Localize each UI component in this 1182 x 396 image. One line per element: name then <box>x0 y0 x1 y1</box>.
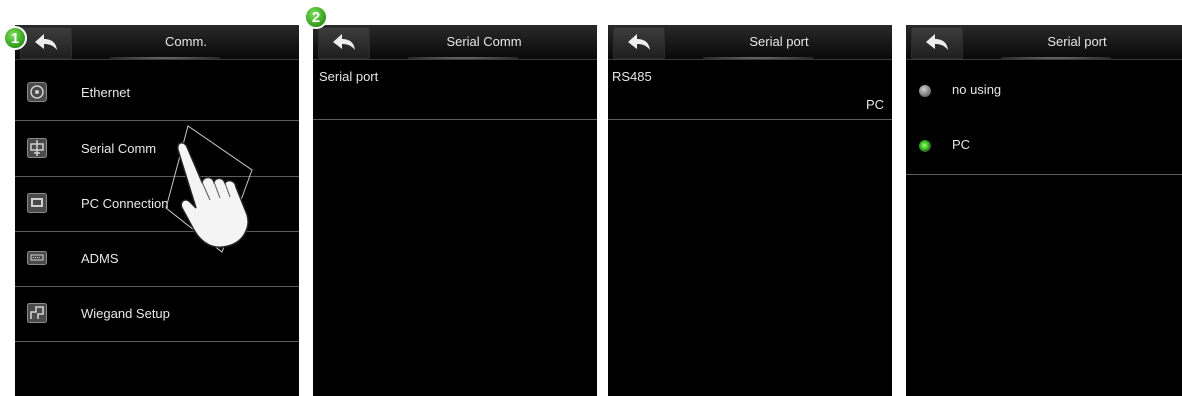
title-glow <box>703 57 813 59</box>
hand-pointer-icon <box>165 125 253 253</box>
menu-item-label: PC Connection <box>81 196 169 211</box>
option-pc[interactable]: PC <box>906 120 1182 174</box>
back-arrow-icon <box>926 34 948 50</box>
rs485-row[interactable]: RS485 PC <box>608 61 892 119</box>
title-glow <box>110 57 220 59</box>
option-label: PC <box>952 137 971 152</box>
back-button[interactable] <box>318 27 370 59</box>
top-bar: Serial port <box>906 25 1182 60</box>
step-badge-1: 1 <box>3 26 27 50</box>
option-divider <box>906 174 1182 175</box>
screen-title: Serial port <box>1047 34 1107 49</box>
back-button[interactable] <box>911 27 963 59</box>
radio-unselected-icon[interactable] <box>919 85 931 97</box>
pc-connection-icon <box>26 192 48 214</box>
row-value: PC <box>865 97 884 112</box>
option-label: no using <box>952 82 1002 97</box>
back-arrow-icon <box>35 34 57 50</box>
top-bar: Serial Comm <box>313 25 597 60</box>
title-glow <box>408 57 518 59</box>
menu-item-label: Wiegand Setup <box>81 306 170 321</box>
back-button[interactable] <box>613 27 665 59</box>
screen-title: Serial port <box>749 34 809 49</box>
ethernet-icon <box>26 81 48 103</box>
top-bar: Comm. <box>15 25 299 60</box>
serial-comm-screen: Serial Comm Serial port <box>313 25 597 396</box>
screen-title: Serial Comm <box>446 34 522 49</box>
row-divider <box>313 119 597 120</box>
row-divider <box>608 119 892 120</box>
back-arrow-icon <box>333 34 355 50</box>
comm-screen: Comm. Ethernet Serial Comm PC Connection… <box>15 25 299 396</box>
top-bar: Serial port <box>608 25 892 60</box>
menu-item-label: Ethernet <box>81 85 131 100</box>
back-button[interactable] <box>20 27 72 59</box>
menu-item-wiegand-setup[interactable]: Wiegand Setup <box>15 286 299 342</box>
screen-title: Comm. <box>165 34 207 49</box>
menu-item-label: ADMS <box>81 251 119 266</box>
adms-icon <box>26 247 48 269</box>
serial-port-screen: Serial port RS485 PC <box>608 25 892 396</box>
row-label: RS485 <box>612 69 652 84</box>
serial-port-options-screen: Serial port no using PC <box>906 25 1182 396</box>
serial-comm-icon <box>26 137 48 159</box>
radio-selected-icon[interactable] <box>919 140 931 152</box>
wiegand-setup-icon <box>26 302 48 324</box>
row-label: Serial port <box>319 69 379 84</box>
back-arrow-icon <box>628 34 650 50</box>
serial-port-row[interactable]: Serial port <box>313 61 597 119</box>
option-no-using[interactable]: no using <box>906 61 1182 119</box>
menu-item-ethernet[interactable]: Ethernet <box>15 65 299 121</box>
title-glow <box>1001 57 1111 59</box>
step-badge-2: 2 <box>304 5 328 29</box>
menu-item-label: Serial Comm <box>81 141 157 156</box>
